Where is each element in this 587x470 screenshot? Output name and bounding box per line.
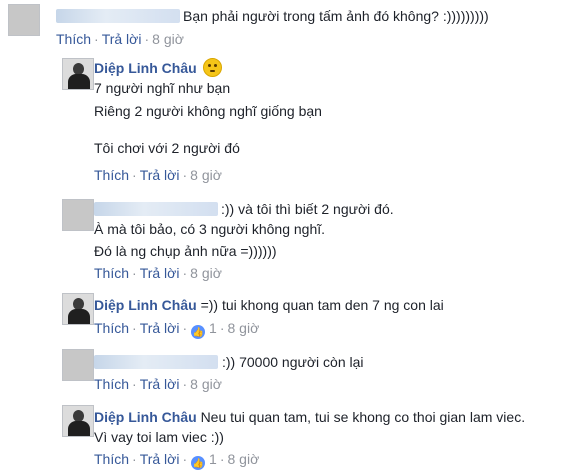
like-link[interactable]: Thích	[56, 31, 91, 47]
comment-4: :)) 70000 người còn lại Thích · Trả lời · 8 …	[0, 344, 587, 400]
comment-actions: Thích · Trả lời · 8 giờ	[94, 167, 222, 183]
timestamp[interactable]: 8 giờ	[190, 167, 222, 183]
comment-body: Diệp Linh Châu Neu tui quan tam, tui se …	[94, 408, 525, 426]
comment-actions: Thích · Trả lời · 👍 1 · 8 giờ	[94, 320, 260, 339]
comment-actions: Thích · Trả lời · 8 giờ	[94, 265, 222, 281]
comment-body: Diệp Linh Châu =)) tui khong quan tam de…	[94, 296, 444, 314]
comment-2: :)) và tôi thì biết 2 người đó. À mà tôi…	[0, 192, 587, 288]
timestamp[interactable]: 8 giờ	[190, 265, 222, 281]
timestamp[interactable]: 8 giờ	[228, 320, 260, 336]
author-row: Diệp Linh Châu	[94, 58, 222, 77]
smiley-emoji-icon	[202, 58, 222, 77]
like-link[interactable]: Thích	[94, 265, 129, 281]
comment-text-line: Riêng 2 người không nghĩ giống bạn	[94, 103, 322, 119]
comment-text: :)) 70000 người còn lại	[222, 354, 364, 370]
like-count[interactable]: 1	[209, 451, 217, 467]
comment-actions: Thích · Trả lời · 8 giờ	[56, 31, 184, 47]
comment-text-line: Neu tui quan tam, tui se khong co thoi g…	[200, 409, 526, 425]
comment-text-line: À mà tôi bảo, có 3 người không nghĩ.	[94, 221, 326, 237]
like-link[interactable]: Thích	[94, 167, 129, 183]
comment-actions: Thích · Trả lời · 👍 1 · 8 giờ	[94, 451, 260, 470]
avatar[interactable]	[62, 405, 94, 437]
like-count[interactable]: 1	[209, 320, 217, 336]
comment-text-line: Tôi chơi với 2 người đó	[94, 140, 240, 156]
avatar[interactable]	[8, 4, 40, 36]
reply-link[interactable]: Trả lời	[102, 31, 142, 47]
redacted-author-name	[94, 355, 218, 369]
avatar[interactable]	[62, 199, 94, 231]
comment-0: Bạn phải người trong tấm ảnh đó không? :…	[0, 0, 587, 52]
like-link[interactable]: Thích	[94, 451, 129, 467]
redacted-author-name	[56, 9, 180, 23]
comment-text-line: Vì vay toi lam viec :))	[94, 429, 224, 445]
comment-5: Diệp Linh Châu Neu tui quan tam, tui se …	[0, 400, 587, 470]
reply-link[interactable]: Trả lời	[140, 320, 180, 336]
reply-link[interactable]: Trả lời	[140, 265, 180, 281]
author-name[interactable]: Diệp Linh Châu	[94, 60, 197, 76]
comment-text-line: Đó là ng chụp ảnh nữa =))))))	[94, 243, 277, 259]
reply-link[interactable]: Trả lời	[140, 376, 180, 392]
avatar[interactable]	[62, 349, 94, 381]
reply-link[interactable]: Trả lời	[140, 451, 180, 467]
comment-text: =)) tui khong quan tam den 7 ng con lai	[200, 297, 444, 313]
thumbs-up-icon[interactable]: 👍	[191, 456, 206, 470]
reply-link[interactable]: Trả lời	[140, 167, 180, 183]
comment-actions: Thích · Trả lời · 8 giờ	[94, 376, 222, 392]
avatar[interactable]	[62, 58, 94, 90]
comment-1: Diệp Linh Châu 7 người nghĩ như bạn Riên…	[0, 52, 587, 192]
like-link[interactable]: Thích	[94, 320, 129, 336]
timestamp[interactable]: 8 giờ	[190, 376, 222, 392]
timestamp[interactable]: 8 giờ	[152, 31, 184, 47]
like-link[interactable]: Thích	[94, 376, 129, 392]
comment-text: Bạn phải người trong tấm ảnh đó không? :…	[183, 8, 489, 24]
comment-text-line: :)) và tôi thì biết 2 người đó.	[221, 201, 394, 217]
avatar[interactable]	[62, 293, 94, 325]
redacted-author-name	[94, 202, 218, 216]
author-name[interactable]: Diệp Linh Châu	[94, 297, 197, 313]
comment-3: Diệp Linh Châu =)) tui khong quan tam de…	[0, 288, 587, 344]
timestamp[interactable]: 8 giờ	[228, 451, 260, 467]
author-name[interactable]: Diệp Linh Châu	[94, 409, 197, 425]
thumbs-up-icon[interactable]: 👍	[191, 325, 206, 339]
comment-text-line: 7 người nghĩ như bạn	[94, 80, 231, 96]
